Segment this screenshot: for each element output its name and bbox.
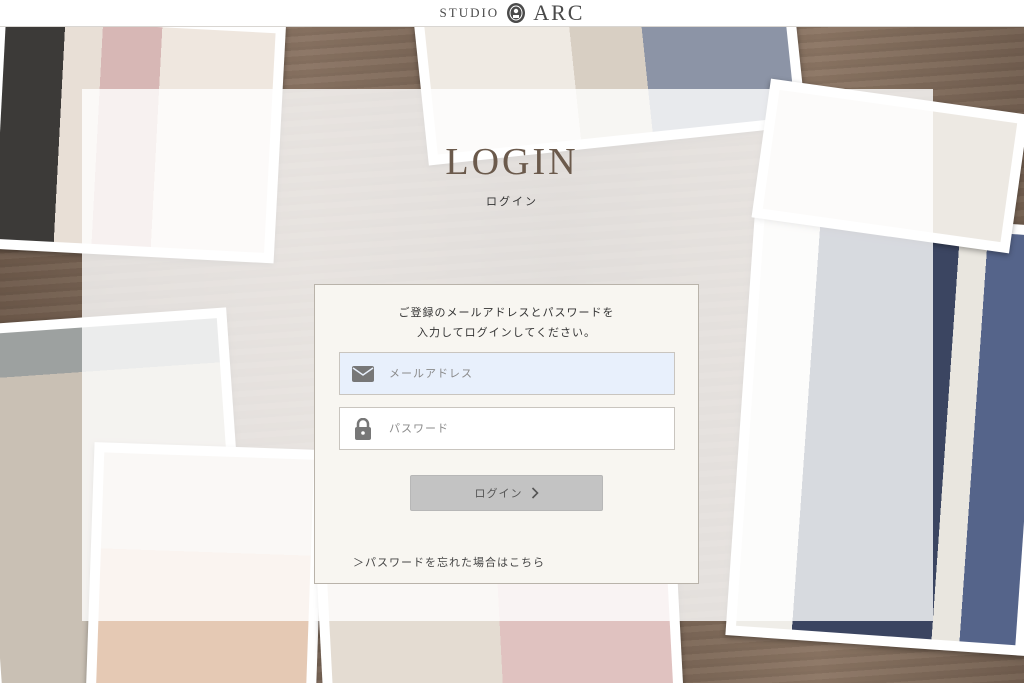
chevron-right-icon [531,487,539,499]
password-field-wrapper[interactable] [339,407,675,450]
lock-icon [351,417,375,441]
logo-studio-text: STUDIO [439,5,500,20]
header-bar: STUDIO ARC [0,0,1024,27]
forgot-password-link[interactable]: ＞パスワードを忘れた場合はこちら [353,554,545,570]
email-field-wrapper[interactable] [339,352,675,395]
studio-arc-logo[interactable]: STUDIO ARC [440,0,585,26]
envelope-icon [351,362,375,386]
login-button[interactable]: ログイン [410,475,603,511]
instruction-line-2: 入力してログインしてください。 [416,326,596,339]
login-instruction: ご登録のメールアドレスとパスワードを 入力してログインしてください。 [315,303,698,343]
instruction-line-1: ご登録のメールアドレスとパスワードを [398,306,615,319]
page-subtitle: ログイン [486,195,538,208]
logo-arc-text: ARC [533,0,585,25]
email-input[interactable] [387,366,661,381]
password-input[interactable] [387,421,661,436]
login-button-label: ログイン [474,487,523,500]
page-title: LOGIN [445,141,579,183]
studio-arc-crest-icon [507,3,526,23]
login-form: ご登録のメールアドレスとパスワードを 入力してログインしてください。 ログイン … [314,284,699,584]
